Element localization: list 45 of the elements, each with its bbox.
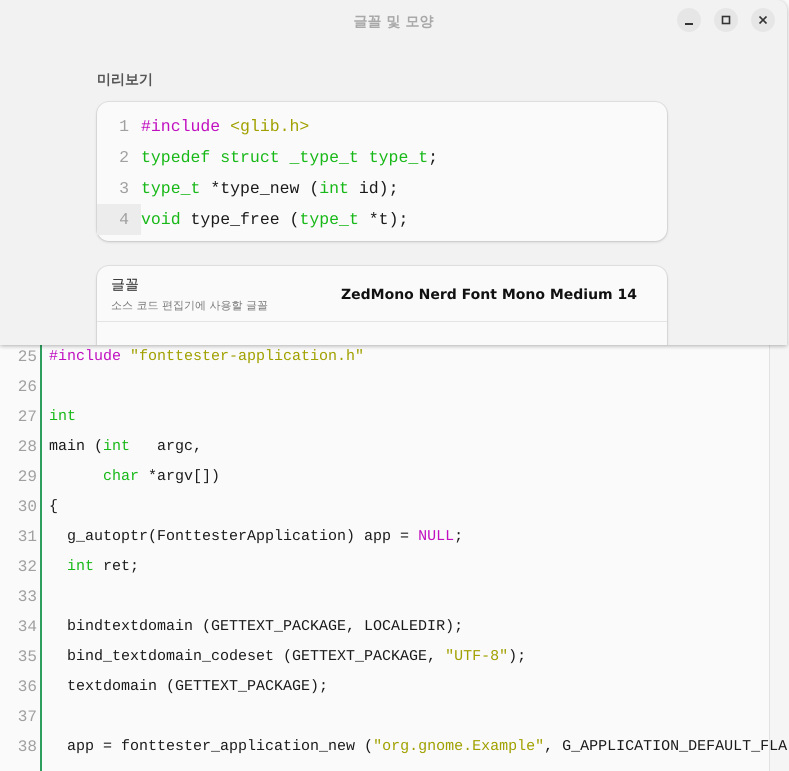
code-line: textdomain (GETTEXT_PACKAGE); bbox=[66, 678, 328, 695]
line-number: 33 bbox=[18, 587, 38, 608]
code-line: type_t *type_new (int id); bbox=[141, 179, 398, 198]
line-number: 34 bbox=[18, 617, 38, 638]
line-number: 26 bbox=[18, 377, 38, 398]
maximize-button[interactable] bbox=[714, 8, 738, 32]
close-icon bbox=[758, 15, 768, 25]
row-title: 글꼴 bbox=[111, 276, 140, 294]
line-number: 29 bbox=[18, 467, 38, 488]
code-line: g_autoptr(FonttesterApplication) app = NULL; bbox=[66, 528, 464, 545]
code-line: #include <glib.h> bbox=[141, 117, 310, 136]
line-number: 30 bbox=[18, 497, 38, 518]
line-number: 2 bbox=[118, 147, 130, 169]
line-number: 28 bbox=[18, 437, 38, 458]
line-number: 36 bbox=[18, 677, 38, 698]
line-number: 37 bbox=[18, 707, 38, 728]
line-number: 32 bbox=[18, 557, 38, 578]
line-number: 31 bbox=[18, 527, 38, 548]
font-value: ZedMono Nerd Font Mono Medium 14 bbox=[340, 286, 637, 302]
code-line: int ret; bbox=[66, 558, 140, 575]
code-line: char *argv[]) bbox=[102, 468, 220, 485]
row-subtitle: 소스 코드 편집기에 사용할 글꼴 bbox=[111, 298, 268, 313]
code-line: main (int argc, bbox=[49, 438, 202, 455]
line-number: 38 bbox=[18, 737, 38, 758]
minimize-button[interactable] bbox=[677, 8, 701, 32]
code-line: { bbox=[49, 498, 58, 515]
section-heading: 미리보기 bbox=[97, 71, 153, 89]
font-row[interactable]: 글꼴 소스 코드 편집기에 사용할 글꼴 ZedMono Nerd Font Mono Medium 14 bbox=[97, 266, 667, 322]
window-title: 글꼴 및 모양 bbox=[354, 13, 434, 31]
close-button[interactable] bbox=[751, 8, 775, 32]
maximize-icon bbox=[721, 15, 731, 25]
minimize-icon bbox=[685, 22, 693, 24]
code-line: app = fonttester_application_new ("org.gnome.Example", G_APPLICATION_DEFAULT_FLA bbox=[66, 738, 788, 755]
code-line: int bbox=[49, 408, 76, 425]
code-line: void type_free (type_t *t); bbox=[141, 210, 408, 229]
line-number: 3 bbox=[118, 178, 130, 200]
line-number: 35 bbox=[18, 647, 38, 668]
code-line: bindtextdomain (GETTEXT_PACKAGE, LOCALEDIR); bbox=[66, 618, 464, 635]
line-number: 1 bbox=[118, 116, 130, 138]
code-line: bind_textdomain_codeset (GETTEXT_PACKAGE, "UTF-8"); bbox=[66, 648, 526, 665]
code-line: #include "fonttester-application.h" bbox=[49, 348, 364, 365]
line-number: 4 bbox=[97, 204, 141, 235]
line-number: 25 bbox=[18, 347, 38, 368]
code-line: typedef struct _type_t type_t; bbox=[141, 148, 438, 167]
line-number: 27 bbox=[18, 407, 38, 428]
